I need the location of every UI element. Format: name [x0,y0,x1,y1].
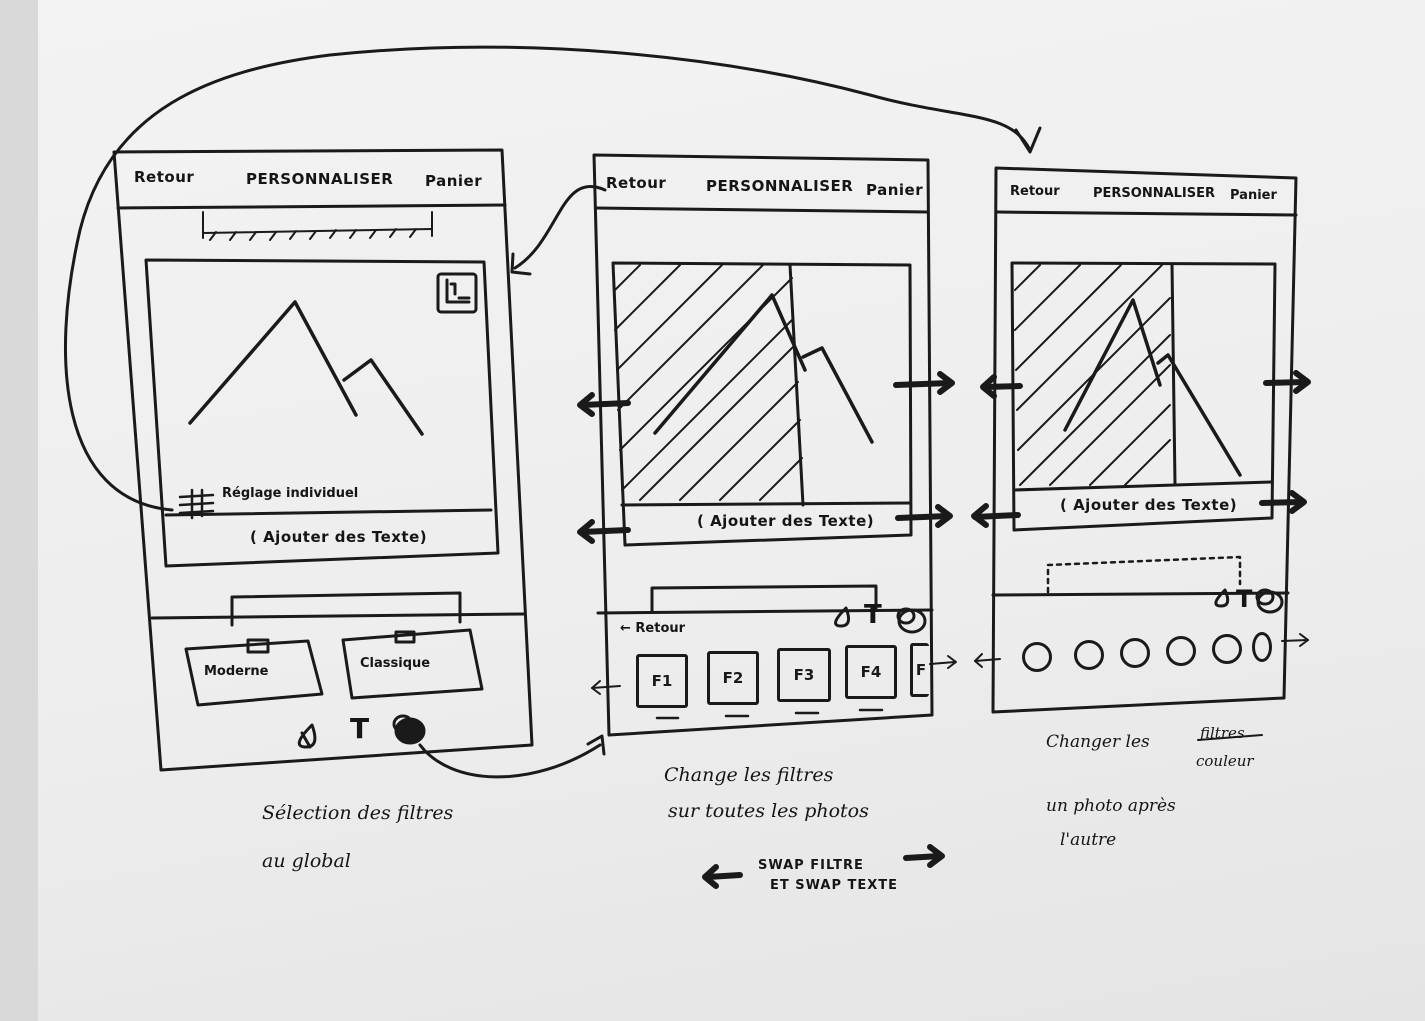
s2-text-icon[interactable]: T [864,600,882,630]
filter-tile-f3[interactable]: F3 [777,648,831,702]
drop-icon [297,723,317,749]
s1-caption-line1: Sélection des filtres [262,802,454,824]
s2-back-link[interactable]: Retour [606,174,666,192]
filter-tile-f1[interactable]: F1 [636,654,688,708]
crop-icon [436,272,478,314]
s3-caption-line1: Changer les [1046,732,1150,752]
s3-add-text[interactable]: ( Ajouter des Texte) [1060,496,1237,514]
color-swatch-5[interactable] [1212,634,1242,664]
s1-add-text[interactable]: ( Ajouter des Texte) [250,528,427,546]
screen3-mountain [1063,298,1242,477]
s1-back-link[interactable]: Retour [134,168,194,186]
screen3-outline [991,166,1298,714]
s1-individual-label[interactable]: Réglage individuel [222,486,358,501]
s1-caption-line2: au global [262,850,351,872]
s3-title: PERSONNALISER [1093,186,1216,201]
s2-cart-link[interactable]: Panier [866,181,923,199]
s3-cart-link[interactable]: Panier [1230,188,1277,203]
filter-tile-f4[interactable]: F4 [845,645,897,699]
s3-back-link[interactable]: Retour [1010,184,1060,199]
s3-caption-struck: filtres [1200,724,1245,742]
color-swatch-6[interactable] [1252,632,1272,662]
color-swatch-4[interactable] [1166,636,1196,666]
screen1-top-slider [202,211,433,241]
s3-caption-line3: l'autre [1060,830,1117,850]
s2-caption-line1: Change les filtres [664,764,834,786]
classique-button[interactable]: Classique [360,656,430,671]
s2-add-text[interactable]: ( Ajouter des Texte) [697,512,874,530]
s1-title: PERSONNALISER [246,170,394,188]
color-swatch-1[interactable] [1022,642,1052,672]
screen2-mountain [653,293,874,444]
s2-title: PERSONNALISER [706,177,854,195]
screen1-outline [112,148,534,772]
flow-arrow-loop [63,45,1032,512]
flow-arrow-s2-s1 [513,185,607,270]
s3-text-icon[interactable]: T [1236,585,1252,613]
s3-caption-line2: un photo après [1046,796,1176,816]
color-swatch-3[interactable] [1120,638,1150,668]
screen1-bracket [230,591,462,627]
screen3-photo-frame [1010,261,1277,532]
swap-note-line2: ET SWAP TEXTE [770,878,899,893]
screen1-mountain [188,300,424,436]
filter-tile-f2[interactable]: F2 [707,651,759,705]
s2-caption-line2: sur toutes les photos [668,800,869,822]
text-icon[interactable]: T [350,712,369,745]
color-swatch-2[interactable] [1074,640,1104,670]
filter-tile-f5[interactable]: F [910,643,929,697]
s1-cart-link[interactable]: Panier [425,172,482,190]
moderne-button[interactable]: Moderne [204,664,268,679]
s3-caption-replacement: couleur [1196,752,1254,770]
s2-back-button[interactable]: ← Retour [620,621,685,636]
swap-note-line1: SWAP FILTRE [758,858,864,873]
